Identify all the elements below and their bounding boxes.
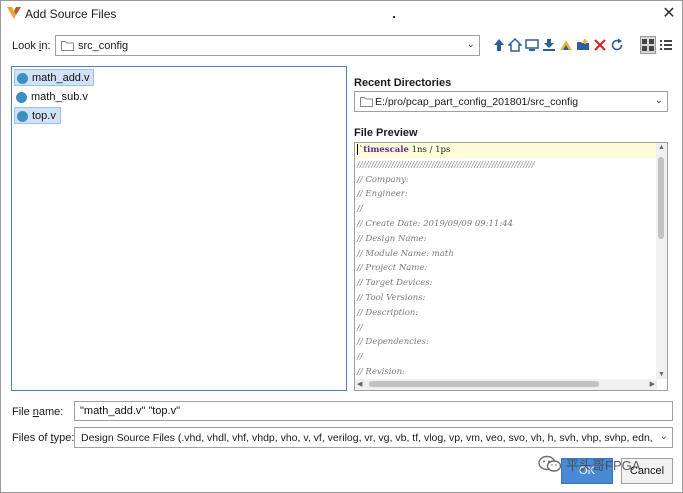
scroll-down-icon[interactable]: ▼ bbox=[658, 371, 665, 378]
preview-line: // Revision: bbox=[357, 366, 405, 377]
download-icon bbox=[543, 39, 555, 51]
preview-line: // Engineer: bbox=[357, 189, 408, 200]
scroll-thumb[interactable] bbox=[658, 157, 664, 239]
project-button[interactable] bbox=[558, 36, 574, 54]
list-view-icon bbox=[660, 40, 672, 50]
watermark-text: 平头哥FPGA bbox=[566, 457, 641, 473]
preview-line: // Dependencies: bbox=[357, 337, 429, 348]
up-folder-button[interactable] bbox=[491, 36, 507, 54]
file-name: math_add.v bbox=[32, 72, 90, 84]
horizontal-scrollbar[interactable]: ◀ ▶ bbox=[355, 379, 657, 390]
preview-line: `timescale 1ns / 1ps bbox=[355, 143, 657, 158]
files-of-type-value: Design Source Files (.vhd, vhdl, vhf, vh… bbox=[81, 432, 653, 444]
recent-directory-value: E:/pro/pcap_part_config_201801/src_confi… bbox=[375, 96, 579, 108]
scroll-thumb[interactable] bbox=[369, 381, 599, 387]
preview-line: // Description: bbox=[357, 307, 419, 318]
files-of-type-dropdown[interactable]: Design Source Files (.vhd, vhdl, vhf, vh… bbox=[74, 427, 673, 448]
file-name-label-pre: File bbox=[12, 406, 33, 418]
file-preview[interactable]: `timescale 1ns / 1ps ///////////////////… bbox=[354, 142, 668, 391]
preview-line: // bbox=[357, 322, 363, 333]
preview-line: // bbox=[357, 204, 363, 215]
files-of-type-label-pre: Files of bbox=[12, 432, 51, 444]
grid-view-icon bbox=[642, 39, 654, 51]
verilog-file-icon bbox=[17, 72, 28, 84]
list-view-button[interactable] bbox=[658, 36, 674, 54]
scroll-up-icon[interactable]: ▲ bbox=[658, 144, 665, 151]
new-folder-icon bbox=[577, 39, 589, 50]
folder-icon bbox=[61, 41, 74, 51]
file-list[interactable]: math_add.v math_sub.v top.v bbox=[11, 66, 347, 391]
new-folder-button[interactable] bbox=[575, 36, 591, 54]
look-in-dropdown[interactable]: src_config ⌄ bbox=[55, 35, 480, 56]
file-name-input[interactable] bbox=[74, 401, 673, 421]
add-source-files-dialog: Add Source Files ✕ Look in: src_config ⌄ bbox=[0, 0, 683, 493]
file-name: top.v bbox=[32, 110, 56, 122]
look-in-label-post: n: bbox=[41, 40, 51, 52]
desktop-icon bbox=[525, 39, 539, 51]
preview-line: // Project Name: bbox=[357, 263, 428, 274]
preview-line: ////////////////////////////////////////… bbox=[357, 159, 535, 170]
delete-button[interactable] bbox=[592, 36, 608, 54]
file-preview-label: File Preview bbox=[354, 127, 418, 139]
preview-line: // Design Name: bbox=[357, 233, 427, 244]
vivado-logo-icon bbox=[7, 7, 21, 19]
preview-line: // Module Name: math bbox=[357, 248, 454, 259]
preview-line: // Company: bbox=[357, 174, 409, 185]
chevron-down-icon: ⌄ bbox=[659, 431, 668, 442]
grid-view-button[interactable] bbox=[640, 36, 656, 54]
stray-dot bbox=[393, 16, 395, 18]
refresh-icon bbox=[611, 38, 623, 51]
up-arrow-icon bbox=[494, 39, 504, 51]
chevron-down-icon: ⌄ bbox=[466, 39, 475, 50]
close-button[interactable]: ✕ bbox=[659, 4, 679, 24]
preview-text: `timescale 1ns / 1ps ///////////////////… bbox=[355, 143, 657, 379]
verilog-file-icon bbox=[16, 91, 27, 103]
scroll-left-icon[interactable]: ◀ bbox=[357, 380, 362, 388]
chevron-down-icon: ⌄ bbox=[654, 95, 663, 106]
recent-directories-dropdown[interactable]: E:/pro/pcap_part_config_201801/src_confi… bbox=[354, 91, 668, 112]
preview-line: // bbox=[357, 352, 363, 363]
list-item[interactable]: math_sub.v bbox=[14, 88, 92, 105]
title-bar: Add Source Files ✕ bbox=[1, 1, 682, 27]
list-item[interactable]: top.v bbox=[14, 107, 61, 124]
verilog-file-icon bbox=[17, 110, 28, 122]
preview-line: // Create Date: 2019/09/09 09:11:44 bbox=[357, 218, 514, 229]
files-of-type-label: Files of type: bbox=[12, 432, 74, 444]
home-button[interactable] bbox=[507, 36, 523, 54]
desktop-button[interactable] bbox=[524, 36, 540, 54]
file-name: math_sub.v bbox=[31, 91, 88, 103]
look-in-label: Look in: bbox=[12, 40, 51, 52]
preview-line-rest: 1ns / 1ps bbox=[408, 145, 451, 155]
project-icon bbox=[560, 40, 572, 50]
preview-keyword: `timescale bbox=[359, 145, 409, 155]
recent-directories-label: Recent Directories bbox=[354, 77, 452, 89]
text-cursor bbox=[357, 144, 358, 155]
scroll-right-icon[interactable]: ▶ bbox=[650, 380, 655, 388]
delete-icon bbox=[594, 39, 606, 51]
dialog-title: Add Source Files bbox=[25, 7, 117, 21]
refresh-button[interactable] bbox=[609, 36, 625, 54]
preview-line: // Target Devices: bbox=[357, 278, 433, 289]
download-button[interactable] bbox=[541, 36, 557, 54]
look-in-label-pre: Look bbox=[12, 40, 39, 52]
vertical-scrollbar[interactable]: ▲ ▼ bbox=[656, 143, 667, 379]
file-name-label-post: ame: bbox=[38, 406, 64, 418]
home-icon bbox=[508, 38, 522, 52]
list-item[interactable]: math_add.v bbox=[14, 69, 95, 86]
look-in-value: src_config bbox=[78, 40, 129, 52]
file-name-label: File name: bbox=[12, 406, 63, 418]
watermark: 平头哥FPGA bbox=[538, 453, 640, 475]
preview-line: // Tool Versions: bbox=[357, 292, 426, 303]
files-of-type-label-post: ype: bbox=[53, 432, 75, 444]
folder-icon bbox=[360, 97, 373, 107]
wechat-icon bbox=[538, 455, 562, 472]
